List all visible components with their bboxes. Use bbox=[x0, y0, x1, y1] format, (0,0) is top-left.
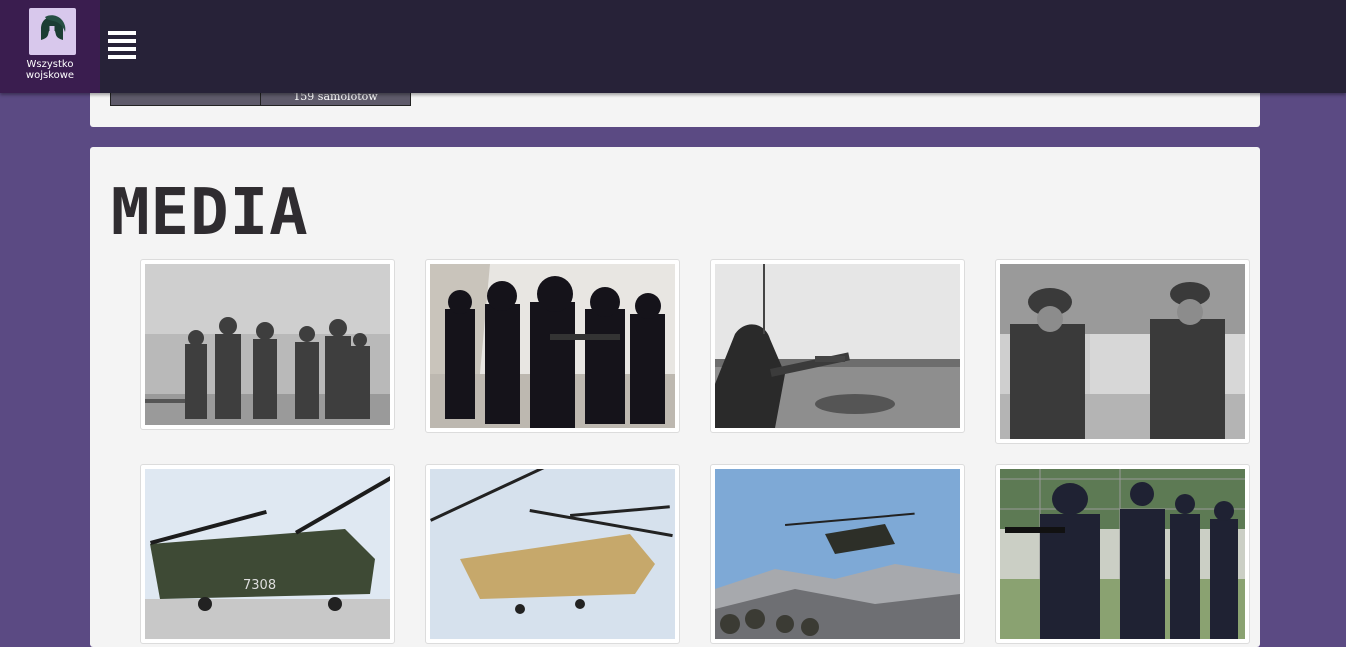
brand-home-link[interactable]: Wszystko wojskowe bbox=[0, 0, 100, 93]
brand-name: Wszystko wojskowe bbox=[25, 59, 75, 81]
media-thumbnail-3[interactable] bbox=[710, 259, 965, 433]
photo-chinook-flying bbox=[430, 469, 675, 639]
photo-gas-mask-police bbox=[1000, 469, 1245, 639]
media-thumbnail-1[interactable] bbox=[140, 259, 395, 430]
media-thumbnail-4[interactable] bbox=[995, 259, 1250, 444]
media-thumbnail-7[interactable] bbox=[710, 464, 965, 644]
spartan-helmet-icon bbox=[29, 8, 76, 55]
media-thumbnail-6[interactable] bbox=[425, 464, 680, 644]
svg-text:7308: 7308 bbox=[243, 578, 276, 593]
top-navigation-bar: Wszystko wojskowe bbox=[0, 0, 1346, 93]
media-thumbnail-2[interactable] bbox=[425, 259, 680, 433]
photo-swat-team bbox=[430, 264, 675, 428]
photo-officers-in-snow bbox=[145, 264, 390, 425]
section-title-media: Media bbox=[111, 176, 309, 250]
photo-chinook-parked: 7308 bbox=[145, 469, 390, 639]
photo-chinook-mountains bbox=[715, 469, 960, 639]
media-section: Media bbox=[90, 147, 1260, 647]
hamburger-menu-icon[interactable] bbox=[108, 31, 136, 61]
photo-two-officers bbox=[1000, 264, 1245, 439]
photo-tank-commander bbox=[715, 264, 960, 428]
media-thumbnail-8[interactable] bbox=[995, 464, 1250, 644]
media-thumbnail-5[interactable]: 7308 bbox=[140, 464, 395, 644]
